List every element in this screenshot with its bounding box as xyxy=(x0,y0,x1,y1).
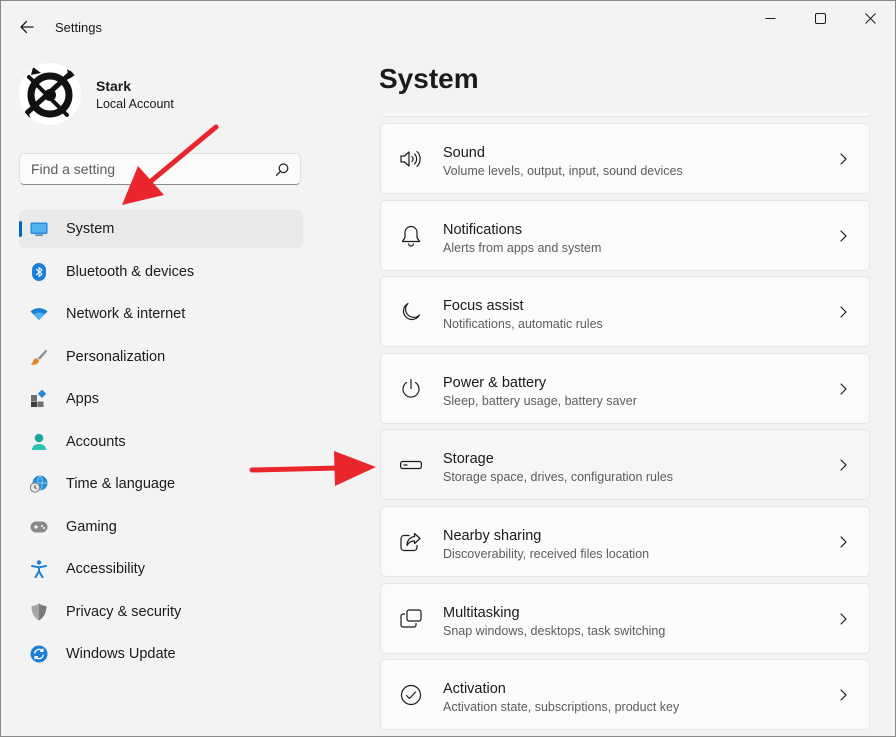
card-subtitle: Sleep, battery usage, battery saver xyxy=(443,393,637,408)
chevron-right-icon xyxy=(840,459,847,471)
title-bar: Settings xyxy=(1,1,895,53)
sidebar-item-system[interactable]: System xyxy=(19,210,303,248)
account-type: Local Account xyxy=(96,97,174,111)
sidebar-item-label: Accessibility xyxy=(66,561,145,577)
person-icon xyxy=(30,433,48,451)
card-subtitle: Alerts from apps and system xyxy=(443,240,602,255)
settings-card-focus-assist[interactable]: Focus assist Notifications, automatic ru… xyxy=(380,276,870,348)
globe-clock-icon xyxy=(30,475,48,493)
sidebar-item-label: Privacy & security xyxy=(66,603,182,620)
sidebar-item-label: Windows Update xyxy=(66,646,176,662)
wifi-icon xyxy=(30,305,48,323)
card-title: Activation xyxy=(443,681,506,698)
close-button[interactable] xyxy=(845,1,895,35)
account-name: Stark xyxy=(96,78,132,94)
chevron-right-icon xyxy=(840,383,847,395)
share-icon xyxy=(400,531,422,553)
brush-icon xyxy=(30,348,48,366)
settings-card-power-battery[interactable]: Power & battery Sleep, battery usage, ba… xyxy=(380,352,870,424)
avatar[interactable] xyxy=(19,63,81,125)
speaker-icon xyxy=(400,148,422,170)
card-subtitle: Activation state, subscriptions, product… xyxy=(443,700,680,715)
minimize-icon xyxy=(765,17,775,19)
card-subtitle: Snap windows, desktops, task switching xyxy=(443,623,666,638)
gamepad-icon xyxy=(30,518,48,536)
sidebar-item-personalization[interactable]: Personalization xyxy=(19,338,303,376)
sidebar-item-label: System xyxy=(66,221,115,237)
accessibility-icon xyxy=(30,560,48,578)
chevron-right-icon xyxy=(840,689,847,701)
card-title: Notifications xyxy=(443,221,522,238)
sidebar-item-gaming[interactable]: Gaming xyxy=(19,508,303,546)
check-circle-icon xyxy=(400,684,422,706)
sidebar-item-bluetooth[interactable]: Bluetooth & devices xyxy=(19,253,303,291)
moon-icon xyxy=(400,301,422,323)
card-title: Nearby sharing xyxy=(443,527,542,544)
chevron-right-icon xyxy=(840,153,847,165)
card-title: Storage xyxy=(443,451,494,468)
monitor-icon xyxy=(30,220,48,238)
sidebar-item-windows-update[interactable]: Windows Update xyxy=(19,635,303,673)
back-button[interactable] xyxy=(15,15,39,39)
close-icon xyxy=(864,12,876,24)
sidebar-item-network[interactable]: Network & internet xyxy=(19,295,303,333)
settings-card-nearby-sharing[interactable]: Nearby sharing Discoverability, received… xyxy=(380,505,870,577)
settings-card-sound[interactable]: Sound Volume levels, output, input, soun… xyxy=(380,123,870,194)
window-controls xyxy=(745,1,895,35)
card-subtitle: Volume levels, output, input, sound devi… xyxy=(443,164,683,178)
sidebar-item-label: Apps xyxy=(66,391,100,407)
card-subtitle: Notifications, automatic rules xyxy=(443,317,603,332)
settings-list: Sound Volume levels, output, input, soun… xyxy=(380,123,870,736)
app-title: Settings xyxy=(55,20,102,35)
apps-icon xyxy=(30,390,48,408)
sidebar-item-apps[interactable]: Apps xyxy=(19,380,303,418)
sidebar-item-label: Bluetooth & devices xyxy=(66,263,195,280)
sidebar-item-accounts[interactable]: Accounts xyxy=(19,423,303,461)
card-title: Power & battery xyxy=(443,374,547,391)
back-arrow-icon xyxy=(20,20,34,34)
maximize-button[interactable] xyxy=(795,1,845,35)
power-icon xyxy=(400,378,422,400)
sidebar-item-label: Network & internet xyxy=(66,306,186,322)
settings-card-multitasking[interactable]: Multitasking Snap windows, desktops, tas… xyxy=(380,582,870,654)
card-subtitle: Discoverability, received files location xyxy=(443,546,650,561)
search-icon[interactable] xyxy=(275,162,290,177)
sidebar-item-label: Time & language xyxy=(66,476,176,492)
card-title: Multitasking xyxy=(443,604,520,621)
update-icon xyxy=(30,645,48,663)
chevron-right-icon xyxy=(840,306,847,318)
sidebar-item-label: Personalization xyxy=(66,348,166,365)
maximize-icon xyxy=(814,12,826,24)
search-box[interactable] xyxy=(19,153,301,185)
chevron-right-icon xyxy=(840,536,847,548)
settings-card-storage[interactable]: Storage Storage space, drives, configura… xyxy=(380,429,870,501)
drive-icon xyxy=(400,454,422,476)
account-header: Stark Local Account xyxy=(19,63,319,125)
settings-card-activation[interactable]: Activation Activation state, subscriptio… xyxy=(380,659,870,731)
settings-window: Settings Stark Local Account Find a sett… xyxy=(0,0,896,737)
settings-card-notifications[interactable]: Notifications Alerts from apps and syste… xyxy=(380,199,870,271)
previous-card-edge xyxy=(381,113,871,117)
chevron-right-icon xyxy=(840,612,847,625)
sidebar-item-label: Gaming xyxy=(66,518,117,535)
chevron-right-icon xyxy=(840,229,847,242)
sidebar-item-time-language[interactable]: Time & language xyxy=(19,465,303,503)
shield-icon xyxy=(30,603,48,621)
sidebar-item-privacy-security[interactable]: Privacy & security xyxy=(19,593,303,631)
sidebar-item-label: Accounts xyxy=(66,433,126,450)
card-subtitle: Storage space, drives, configuration rul… xyxy=(443,470,673,485)
sidebar-item-accessibility[interactable]: Accessibility xyxy=(19,550,303,588)
bell-icon xyxy=(400,225,422,247)
minimize-button[interactable] xyxy=(745,1,795,35)
search-input[interactable] xyxy=(31,160,261,178)
card-title: Focus assist xyxy=(443,298,524,315)
avatar-logo-icon xyxy=(20,64,80,124)
multitask-icon xyxy=(400,608,422,630)
sidebar-nav: System Bluetooth & devices Network & int… xyxy=(19,210,303,678)
bluetooth-icon xyxy=(30,262,48,281)
page-title: System xyxy=(379,63,479,94)
card-title: Sound xyxy=(443,145,485,161)
